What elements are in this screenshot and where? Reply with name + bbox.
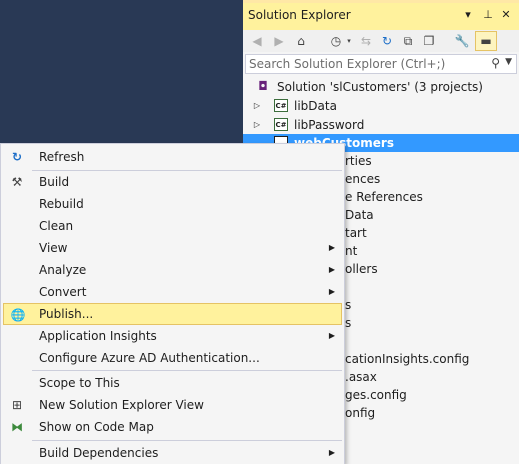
solution-explorer-toolbar: ◀ ▶ ⌂ ◷ ▾ ⇆ ↻ ⧉ ❐ 🔧 ▬ — [243, 30, 519, 52]
tree-item-project[interactable]: ▷ C# libData — [243, 97, 519, 115]
menu-separator — [32, 370, 342, 371]
menu-item-application-insights[interactable]: Application Insights ▶ — [3, 325, 342, 347]
publish-globe-icon: 🌐 — [10, 308, 26, 322]
sync-with-document-icon[interactable]: ⇆ — [357, 32, 375, 50]
expand-arrow-icon[interactable]: ▷ — [252, 116, 262, 134]
forward-icon[interactable]: ▶ — [270, 32, 288, 50]
menu-item-scope-to-this[interactable]: Scope to This — [3, 372, 342, 394]
context-menu: ↻ Refresh ⚒ Build Rebuild Clean View ▶ A… — [0, 143, 345, 464]
menu-item-build[interactable]: ⚒ Build — [3, 171, 342, 193]
tree-item-solution[interactable]: ◘ Solution 'slCustomers' (3 projects) — [243, 78, 519, 96]
submenu-arrow-icon: ▶ — [328, 287, 335, 296]
menu-item-publish[interactable]: 🌐 Publish... — [3, 303, 342, 325]
menu-item-show-on-code-map[interactable]: ⧓ Show on Code Map — [3, 416, 342, 438]
menu-item-view[interactable]: View ▶ — [3, 237, 342, 259]
menu-item-new-solution-explorer-view[interactable]: ⊞ New Solution Explorer View — [3, 394, 342, 416]
solution-icon: ◘ — [258, 79, 268, 93]
preview-selected-items-icon[interactable]: ▬ — [475, 31, 497, 51]
submenu-arrow-icon: ▶ — [328, 243, 335, 252]
csharp-project-icon: C# — [274, 99, 288, 112]
csharp-project-icon: C# — [274, 118, 288, 131]
back-icon[interactable]: ◀ — [248, 32, 266, 50]
collapse-all-icon[interactable]: ⧉ — [399, 32, 417, 50]
menu-separator — [32, 440, 342, 441]
new-view-icon: ⊞ — [11, 398, 23, 412]
window-position-dropdown-icon[interactable]: ▾ — [461, 8, 475, 22]
build-icon: ⚒ — [11, 175, 23, 189]
expand-arrow-icon[interactable]: ▷ — [252, 97, 262, 115]
menu-item-clean[interactable]: Clean — [3, 215, 342, 237]
submenu-arrow-icon: ▶ — [328, 331, 335, 340]
search-icon[interactable]: ⚲ — [491, 56, 500, 70]
tree-item-project[interactable]: ▷ C# libPassword — [243, 116, 519, 134]
refresh-icon[interactable]: ↻ — [378, 32, 396, 50]
menu-item-configure-azure-ad[interactable]: Configure Azure AD Authentication... — [3, 347, 342, 369]
home-icon[interactable]: ⌂ — [292, 32, 310, 50]
submenu-arrow-icon: ▶ — [328, 448, 335, 457]
properties-wrench-icon[interactable]: 🔧 — [453, 32, 471, 50]
search-input[interactable] — [246, 55, 489, 73]
menu-item-convert[interactable]: Convert ▶ — [3, 281, 342, 303]
solution-explorer-title: Solution Explorer — [248, 8, 351, 22]
menu-item-refresh[interactable]: ↻ Refresh — [3, 146, 342, 168]
solution-explorer-title-bar[interactable]: Solution Explorer ▾ ⊥ ✕ — [243, 0, 519, 30]
solution-explorer-search[interactable]: ⚲ ▼ — [245, 54, 517, 74]
close-icon[interactable]: ✕ — [499, 8, 513, 22]
search-options-dropdown-icon[interactable]: ▼ — [505, 57, 512, 67]
refresh-icon: ↻ — [11, 150, 23, 164]
submenu-arrow-icon: ▶ — [328, 265, 335, 274]
code-map-icon: ⧓ — [11, 420, 23, 434]
menu-item-rebuild[interactable]: Rebuild — [3, 193, 342, 215]
pin-icon[interactable]: ⊥ — [481, 8, 495, 22]
menu-item-build-dependencies[interactable]: Build Dependencies ▶ — [3, 442, 342, 464]
show-all-files-icon[interactable]: ❐ — [420, 32, 438, 50]
menu-item-analyze[interactable]: Analyze ▶ — [3, 259, 342, 281]
filter-dropdown-icon[interactable]: ▾ — [340, 32, 358, 50]
